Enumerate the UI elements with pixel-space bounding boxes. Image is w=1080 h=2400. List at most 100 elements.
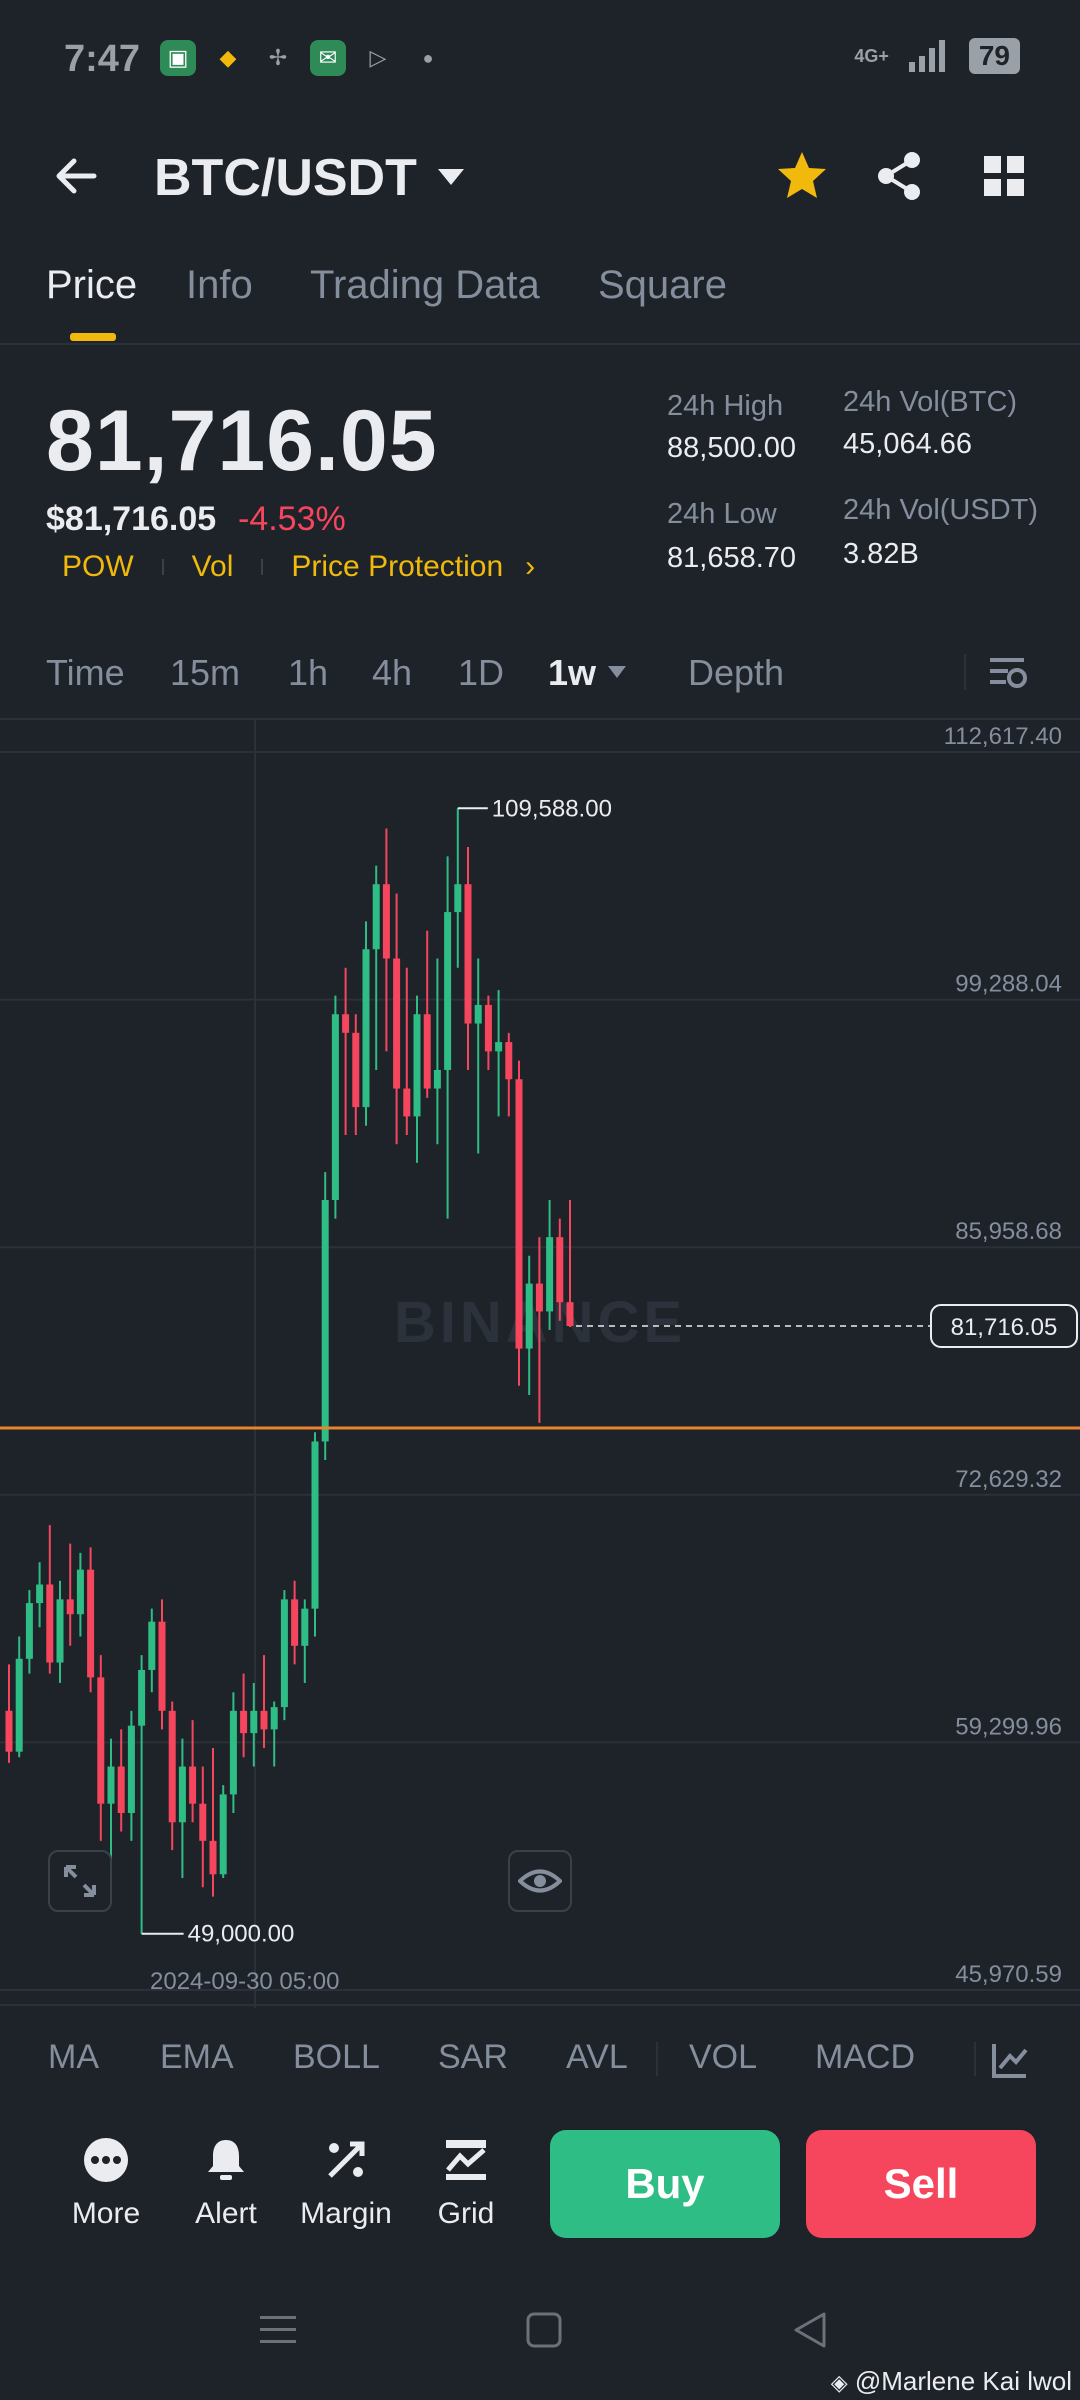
mail-notification-icon: ✉: [310, 40, 346, 76]
more-label: More: [71, 2197, 141, 2230]
interval-depth[interactable]: Depth: [688, 652, 784, 694]
tag-price-protection[interactable]: Price Protection: [291, 550, 503, 584]
tag-divider: [161, 559, 164, 575]
interval-1w[interactable]: 1w: [548, 652, 596, 694]
interval-15m[interactable]: 15m: [170, 652, 240, 694]
divider: [964, 654, 966, 690]
visibility-toggle-button[interactable]: [508, 1850, 572, 1912]
candle-body: [260, 1710, 268, 1730]
eye-icon: [518, 1869, 562, 1893]
interval-1h[interactable]: 1h: [288, 652, 328, 694]
chart-settings-icon[interactable]: [988, 652, 1028, 692]
back-nav-icon[interactable]: [790, 2310, 830, 2350]
buy-button[interactable]: Buy: [550, 2130, 780, 2238]
stat-vol-usdt-value: 3.82B: [843, 538, 919, 570]
candle-body: [311, 1441, 319, 1609]
chevron-down-icon[interactable]: [606, 664, 628, 680]
candle-body: [362, 949, 370, 1108]
alert-button[interactable]: Alert: [166, 2136, 286, 2231]
tag-vol[interactable]: Vol: [192, 550, 234, 584]
chevron-right-icon[interactable]: ›: [525, 550, 535, 584]
candle-body: [321, 1199, 329, 1442]
pair-title[interactable]: BTC/USDT: [154, 148, 417, 208]
y-tick-label: 85,958.68: [955, 1218, 1062, 1245]
alert-label: Alert: [195, 2197, 257, 2230]
candle-body: [556, 1237, 564, 1303]
tag-divider: [261, 559, 264, 575]
tab-square[interactable]: Square: [598, 263, 727, 308]
indicator-ma[interactable]: MA: [48, 2038, 99, 2077]
stat-high-value: 88,500.00: [667, 432, 797, 464]
candle-body: [403, 1088, 411, 1117]
pair-header: BTC/USDT: [0, 140, 1080, 220]
candle-body: [352, 1032, 360, 1108]
candle-body: [382, 884, 390, 959]
home-icon[interactable]: [524, 2310, 564, 2350]
candle-body: [413, 1014, 421, 1117]
interval-bar: Time 15m 1h 4h 1D 1w Depth: [0, 640, 1080, 710]
candle-body: [127, 1725, 135, 1813]
candle-body: [291, 1599, 299, 1646]
credit-text: @Marlene Kai lwol: [854, 2366, 1072, 2396]
indicator-ema[interactable]: EMA: [160, 2038, 234, 2077]
stat-low-value: 81,658.70: [667, 542, 797, 574]
interval-time[interactable]: Time: [46, 652, 125, 694]
tag-pow[interactable]: POW: [62, 550, 134, 584]
candle-body: [15, 1658, 23, 1752]
bottom-action-bar: More Alert Margin Grid Buy Sell: [0, 2120, 1080, 2250]
min-price-label: 49,000.00: [188, 1921, 295, 1948]
divider: [656, 2042, 658, 2076]
sell-button[interactable]: Sell: [806, 2130, 1036, 2238]
star-icon[interactable]: [774, 148, 830, 204]
tab-price[interactable]: Price: [46, 263, 137, 308]
divider: [974, 2042, 976, 2076]
candle-body: [566, 1302, 574, 1327]
candle-body: [229, 1710, 237, 1795]
stat-vol-btc-label: 24h Vol(BTC): [843, 386, 1018, 418]
max-price-label: 109,588.00: [492, 795, 612, 822]
back-arrow-icon[interactable]: [50, 150, 102, 202]
chart-canvas[interactable]: 112,617.40 99,288.04 85,958.68 72,629.32 59,…: [0, 720, 1080, 2008]
interval-4h[interactable]: 4h: [372, 652, 412, 694]
network-label: 4G+: [854, 45, 889, 66]
stat-vol-usdt-label: 24h Vol(USDT): [843, 494, 1039, 526]
tab-trading-data[interactable]: Trading Data: [310, 263, 540, 308]
y-tick-label: 59,299.96: [955, 1713, 1062, 1740]
last-price: 81,716.05: [46, 393, 438, 489]
indicator-avl[interactable]: AVL: [566, 2038, 628, 2077]
expand-chart-button[interactable]: [48, 1850, 112, 1912]
y-tick-label: 45,970.59: [955, 1961, 1062, 1988]
candle-body: [250, 1710, 258, 1734]
candle-body: [138, 1669, 146, 1726]
margin-button[interactable]: Margin: [286, 2136, 406, 2231]
active-tab-indicator: [70, 333, 116, 341]
candle-body: [454, 884, 462, 913]
more-icon: [84, 2138, 128, 2182]
notification-icons: ▣ ◆ ✢ ✉ ▷ ●: [160, 40, 446, 76]
pair-tags: POW Vol Price Protection ›: [62, 550, 535, 584]
candlestick-chart[interactable]: 112,617.40 99,288.04 85,958.68 72,629.32 59,…: [0, 718, 1080, 2008]
indicator-vol[interactable]: VOL: [689, 2038, 757, 2077]
indicator-macd[interactable]: MACD: [815, 2038, 915, 2077]
tab-info[interactable]: Info: [186, 263, 253, 308]
candle-body: [158, 1621, 166, 1711]
bell-icon: [208, 2140, 244, 2180]
candle-body: [209, 1840, 217, 1875]
chevron-down-icon[interactable]: [436, 166, 466, 188]
candle-body: [535, 1283, 543, 1312]
grid-view-icon[interactable]: [976, 148, 1032, 204]
battery-level: 79: [968, 38, 1020, 74]
indicator-boll[interactable]: BOLL: [293, 2038, 380, 2077]
candle-body: [546, 1237, 554, 1312]
share-icon[interactable]: [872, 148, 928, 204]
menu-icon[interactable]: [258, 2310, 298, 2350]
grid-button[interactable]: Grid: [406, 2136, 526, 2231]
interval-1d[interactable]: 1D: [458, 652, 504, 694]
app-notification-icon: ▣: [160, 40, 196, 76]
margin-icon: [328, 2141, 365, 2178]
indicator-sar[interactable]: SAR: [438, 2038, 508, 2077]
more-button[interactable]: More: [46, 2136, 166, 2231]
candle-body: [474, 1004, 482, 1024]
stat-low-label: 24h Low: [667, 498, 777, 530]
indicator-settings-icon[interactable]: [990, 2040, 1030, 2080]
